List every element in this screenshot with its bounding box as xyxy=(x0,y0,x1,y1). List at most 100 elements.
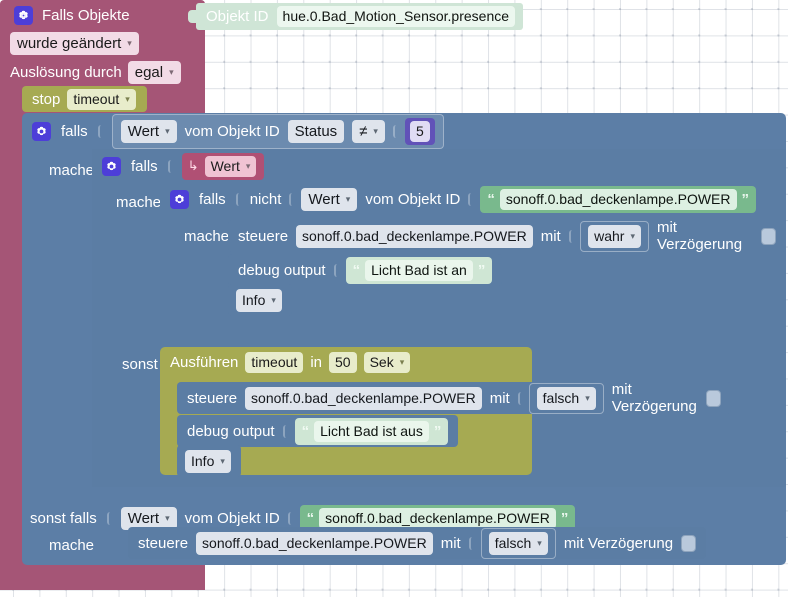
trigger-source-dropdown[interactable]: egal xyxy=(127,61,181,84)
exec-timeout-block[interactable]: Ausführen timeout in 50 Sek steuere sono… xyxy=(160,347,731,477)
trigger-bottom-wrap xyxy=(0,565,205,590)
quote-open-icon: “ xyxy=(352,261,361,279)
blockly-canvas[interactable]: Falls Objekte wurde geändert Auslösung d… xyxy=(0,0,788,597)
object-field[interactable]: Status xyxy=(287,119,345,143)
input-notch xyxy=(97,124,105,138)
debug-level-dropdown[interactable]: Info xyxy=(236,288,282,312)
number-block[interactable]: 5 xyxy=(404,117,435,145)
debug-statement-on[interactable]: debug output “ Licht Bad ist an ” xyxy=(228,254,503,286)
if-inner-condition[interactable]: nicht Wert vom Objekt ID “ sonoff.0.bad_… xyxy=(250,185,756,213)
delay-checkbox[interactable] xyxy=(681,534,697,552)
control-value-wrapper[interactable]: wahr xyxy=(580,220,649,252)
control-target-field[interactable]: sonoff.0.bad_deckenlampe.POWER xyxy=(196,531,433,555)
debug-level-row[interactable]: Info xyxy=(177,445,241,477)
delay-checkbox[interactable] xyxy=(705,389,721,407)
exec-delay-field[interactable]: 50 xyxy=(329,352,357,373)
if-outer-condition[interactable]: Wert vom Objekt ID Status ≠ 5 xyxy=(111,113,444,149)
input-notch xyxy=(392,124,400,138)
gear-icon[interactable] xyxy=(32,121,51,141)
quote-close-icon: ” xyxy=(477,261,486,279)
control-with-label: mit xyxy=(440,534,461,552)
stop-timeout-block[interactable]: stop timeout xyxy=(22,86,147,112)
string-block[interactable]: “ Licht Bad ist aus ” xyxy=(294,417,449,445)
string-field[interactable]: Licht Bad ist aus xyxy=(314,420,429,442)
control-with-label: mit xyxy=(540,227,561,245)
exec-verb: Ausführen xyxy=(170,354,239,371)
trigger-mode-dropdown[interactable]: wurde geändert xyxy=(10,32,139,55)
object-id-field[interactable]: hue.0.Bad_Motion_Sensor.presence xyxy=(276,6,516,27)
control-verb: steuere xyxy=(138,534,189,552)
else-if-label: sonst falls xyxy=(30,510,97,527)
quote-close-icon: ” xyxy=(741,190,750,208)
from-object-label: vom Objekt ID xyxy=(184,122,280,140)
if-outer-keyword: falls xyxy=(61,122,88,140)
control-value-dropdown[interactable]: wahr xyxy=(588,224,641,248)
from-object-label: vom Objekt ID xyxy=(365,190,461,208)
quote-open-icon: “ xyxy=(487,190,495,208)
trigger-title-row: Falls Objekte xyxy=(14,6,130,25)
string-block[interactable]: “ sonoff.0.bad_deckenlampe.POWER ” xyxy=(480,185,756,213)
control-with-label: mit xyxy=(489,389,510,407)
exec-in-label: in xyxy=(310,354,322,371)
control-target-field[interactable]: sonoff.0.bad_deckenlampe.POWER xyxy=(296,224,533,248)
variable-dropdown[interactable]: Wert xyxy=(204,155,257,177)
string-block[interactable]: “ Licht Bad ist an ” xyxy=(345,256,493,284)
control-value-wrapper[interactable]: falsch xyxy=(528,382,604,414)
string-field[interactable]: sonoff.0.bad_deckenlampe.POWER xyxy=(319,508,556,529)
input-notch xyxy=(568,229,575,243)
control-statement-off-elseif[interactable]: steuere sonoff.0.bad_deckenlampe.POWER m… xyxy=(128,527,707,559)
string-field[interactable]: Licht Bad ist an xyxy=(365,259,473,281)
control-target-field[interactable]: sonoff.0.bad_deckenlampe.POWER xyxy=(245,386,482,410)
control-verb: steuere xyxy=(238,227,289,245)
debug-level-dropdown[interactable]: Info xyxy=(185,449,231,473)
exec-unit-dropdown[interactable]: Sek xyxy=(363,352,411,373)
else-if-do-label: mache xyxy=(49,537,95,554)
if-block-outer[interactable]: falls Wert vom Objekt ID Status ≠ 5 mach… xyxy=(22,113,786,565)
control-statement-off-timeout[interactable]: steuere sonoff.0.bad_deckenlampe.POWER m… xyxy=(177,381,731,415)
variable-block[interactable]: ↳ Wert xyxy=(181,152,265,180)
string-field[interactable]: sonoff.0.bad_deckenlampe.POWER xyxy=(499,188,737,210)
control-value-dropdown[interactable]: falsch xyxy=(488,531,548,555)
quote-close-icon: ” xyxy=(560,510,569,527)
if-inner-keyword: falls xyxy=(199,190,226,208)
gear-icon[interactable] xyxy=(170,189,189,209)
gear-icon[interactable] xyxy=(14,6,33,25)
input-notch xyxy=(287,512,295,525)
if-block-middle[interactable]: falls ↳ Wert mache falls nicht xyxy=(92,149,786,487)
input-notch xyxy=(167,159,175,173)
quote-open-icon: “ xyxy=(306,510,315,527)
control-delay-label: mit Verzögerung xyxy=(611,381,697,415)
object-id-label: Objekt ID xyxy=(206,8,269,25)
control-delay-label: mit Verzögerung xyxy=(563,534,674,552)
input-notch xyxy=(333,263,341,277)
delay-checkbox[interactable] xyxy=(761,227,776,245)
control-verb: steuere xyxy=(187,389,238,407)
if-middle-else-label: sonst xyxy=(122,356,158,373)
trigger-title-label: Falls Objekte xyxy=(42,7,130,24)
debug-label: debug output xyxy=(187,422,275,440)
if-block-inner[interactable]: falls nicht Wert vom Objekt ID “ sonoff.… xyxy=(160,182,786,322)
gear-icon[interactable] xyxy=(102,156,121,176)
number-field[interactable]: 5 xyxy=(409,120,430,142)
exec-name-field[interactable]: timeout xyxy=(245,352,304,373)
control-value-dropdown[interactable]: falsch xyxy=(536,386,596,410)
debug-statement-off[interactable]: debug output “ Licht Bad ist aus ” xyxy=(177,415,459,447)
value-dropdown[interactable]: Wert xyxy=(301,187,358,211)
trigger-source-label: Auslösung durch xyxy=(10,64,122,81)
stop-timeout-dropdown[interactable]: timeout xyxy=(67,88,136,110)
if-inner-do-label: mache xyxy=(184,228,230,245)
value-dropdown[interactable]: Wert xyxy=(120,119,177,143)
debug-level-row[interactable]: Info xyxy=(228,284,292,316)
input-notch xyxy=(517,391,524,405)
operator-dropdown[interactable]: ≠ xyxy=(352,119,385,143)
control-statement-on[interactable]: steuere sonoff.0.bad_deckenlampe.POWER m… xyxy=(228,219,786,253)
control-delay-label: mit Verzögerung xyxy=(656,219,743,253)
if-outer-header: falls Wert vom Objekt ID Status ≠ 5 xyxy=(22,113,460,149)
block-top-notch xyxy=(18,0,44,5)
trigger-mode-row: wurde geändert xyxy=(10,32,139,55)
control-value-wrapper[interactable]: falsch xyxy=(480,527,556,559)
stop-label: stop xyxy=(32,90,61,108)
trigger-source-row: Auslösung durch egal xyxy=(10,61,181,84)
object-id-block[interactable]: Objekt ID hue.0.Bad_Motion_Sensor.presen… xyxy=(188,3,524,30)
input-notch xyxy=(468,536,476,550)
